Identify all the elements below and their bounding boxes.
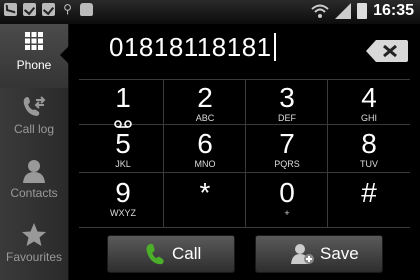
key-digit: 0	[279, 177, 295, 208]
tab-phone[interactable]: Phone	[0, 24, 69, 88]
call-label: Call	[172, 244, 202, 263]
tab-contacts[interactable]: Contacts	[0, 152, 68, 216]
key-4[interactable]: 4 GHI	[328, 81, 410, 127]
key-2[interactable]: 2 ABC	[164, 81, 246, 127]
key-digit: 6	[197, 128, 213, 159]
key-digit: *	[199, 177, 211, 208]
key-9[interactable]: 9 WXYZ	[82, 176, 164, 222]
key-digit: 8	[361, 128, 377, 159]
key-letters: PQRS	[274, 159, 300, 169]
save-label: Save	[320, 244, 359, 263]
key-3[interactable]: 3 DEF	[246, 81, 328, 127]
text-cursor	[273, 33, 276, 61]
key-letters: MNO	[194, 159, 216, 169]
phone-icon	[146, 243, 164, 265]
key-letters: DEF	[278, 113, 296, 123]
dialer: 01818118181 1 2 ABC 3 DEF 4 GHI 5 JKL 6 …	[69, 24, 420, 280]
sidebar: Phone Call log Contacts Favourites	[0, 24, 69, 280]
key-digit: #	[361, 177, 377, 208]
battery-icon	[357, 3, 368, 19]
key-digit: 1	[115, 82, 131, 113]
key-star[interactable]: *	[164, 176, 246, 222]
key-5[interactable]: 5 JKL	[82, 127, 164, 173]
key-digit: 3	[279, 82, 295, 113]
key-letters: TUV	[360, 159, 378, 169]
number-text: 01818118181	[109, 32, 272, 62]
save-button[interactable]: Save	[255, 235, 383, 273]
key-digit: 5	[115, 128, 131, 159]
add-contact-icon	[291, 244, 314, 264]
mail-icon	[4, 3, 17, 16]
key-6[interactable]: 6 MNO	[164, 127, 246, 173]
key-8[interactable]: 8 TUV	[328, 127, 410, 173]
check-icon	[23, 3, 36, 16]
check-icon	[42, 3, 55, 16]
tab-label: Call log	[13, 122, 55, 136]
contact-icon	[19, 158, 49, 184]
key-letters: WXYZ	[110, 208, 136, 218]
star-icon	[19, 222, 49, 248]
dialpad-icon	[19, 30, 49, 56]
tab-label: Contacts	[10, 186, 58, 200]
key-letters: JKL	[115, 159, 131, 169]
tab-label: Favourites	[5, 250, 63, 264]
divider	[79, 227, 410, 228]
key-hash[interactable]: #	[328, 176, 410, 222]
key-7[interactable]: 7 PQRS	[246, 127, 328, 173]
bag-icon	[80, 3, 93, 16]
key-1[interactable]: 1	[82, 81, 164, 128]
key-digit: 4	[361, 82, 377, 113]
status-bar: ⚲ 16:35	[0, 0, 420, 24]
key-0[interactable]: 0 +	[246, 176, 328, 222]
key-digit: 9	[115, 177, 131, 208]
usb-icon: ⚲	[63, 2, 72, 16]
key-digit: 7	[279, 128, 295, 159]
call-button[interactable]: Call	[107, 235, 235, 273]
backspace-button[interactable]	[364, 38, 410, 64]
call-log-icon	[19, 94, 49, 120]
wifi-icon	[311, 4, 329, 18]
key-letters: +	[284, 208, 290, 218]
tab-call-log[interactable]: Call log	[0, 88, 68, 152]
signal-icon	[335, 3, 352, 19]
clock: 16:35	[373, 2, 414, 19]
notification-icons: ⚲	[4, 3, 93, 16]
key-letters: ABC	[195, 113, 215, 123]
tab-label: Phone	[16, 58, 52, 72]
key-letters: GHI	[360, 113, 377, 123]
key-digit: 2	[197, 82, 213, 113]
tab-favourites[interactable]: Favourites	[0, 216, 68, 280]
number-input[interactable]: 01818118181	[109, 32, 276, 63]
system-icons: 16:35	[311, 2, 414, 20]
